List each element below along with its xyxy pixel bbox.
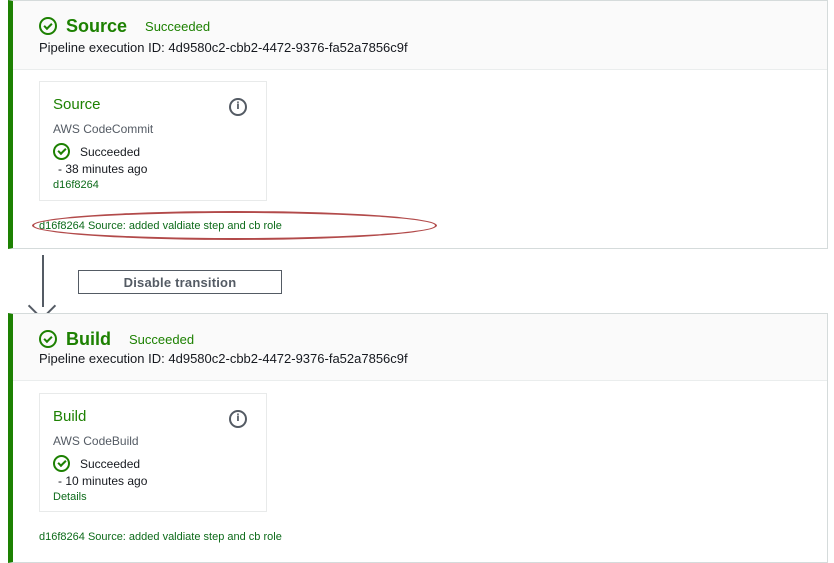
source-action-name: Source [53, 96, 101, 113]
source-action-card: Source i AWS CodeCommit Succeeded - 38 m… [39, 81, 267, 201]
source-commit-id[interactable]: d16f8264 [39, 220, 85, 232]
build-commit-id[interactable]: d16f8264 [39, 531, 85, 543]
info-icon[interactable]: i [229, 98, 247, 116]
execution-id-label: Pipeline execution ID: [39, 40, 165, 55]
source-action-time: - 38 minutes ago [58, 162, 148, 176]
build-action-time: - 10 minutes ago [58, 474, 148, 488]
source-execution-row: Pipeline execution ID: 4d9580c2-cbb2-447… [39, 40, 408, 55]
source-execution-id[interactable]: 4d9580c2-cbb2-4472-9376-fa52a7856c9f [168, 40, 407, 55]
build-stage: Build Succeeded Pipeline execution ID: 4… [8, 313, 828, 563]
build-action-status-row: Succeeded [53, 455, 140, 472]
check-circle-icon [39, 17, 57, 35]
info-icon[interactable]: i [229, 410, 247, 428]
build-action-card: Build i AWS CodeBuild Succeeded - 10 min… [39, 393, 267, 512]
source-action-provider[interactable]: AWS CodeCommit [53, 122, 153, 136]
check-circle-icon [39, 330, 57, 348]
build-action-status: Succeeded [80, 456, 141, 471]
check-circle-icon [53, 455, 70, 472]
source-action-link[interactable]: d16f8264 [53, 179, 99, 191]
build-stage-name: Build [66, 329, 111, 349]
build-stage-status: Succeeded [129, 331, 195, 347]
source-commit-message: Source: added valdiate step and cb role [87, 220, 282, 232]
build-action-name: Build [53, 408, 87, 425]
source-stage-title-row: Source Succeeded [39, 17, 210, 35]
source-action-status-row: Succeeded [53, 143, 140, 160]
build-action-provider[interactable]: AWS CodeBuild [53, 434, 139, 448]
build-commit-row: d16f8264 Source: added valdiate step and… [39, 531, 282, 543]
build-execution-id[interactable]: 4d9580c2-cbb2-4472-9376-fa52a7856c9f [168, 351, 407, 366]
arrow-down-icon [38, 255, 48, 311]
source-action-status: Succeeded [80, 144, 141, 159]
execution-id-label: Pipeline execution ID: [39, 351, 165, 366]
source-stage: Source Succeeded Pipeline execution ID: … [8, 0, 828, 249]
build-stage-title-row: Build Succeeded [39, 330, 194, 348]
build-execution-row: Pipeline execution ID: 4d9580c2-cbb2-447… [39, 351, 408, 366]
source-stage-name: Source [66, 16, 128, 36]
source-commit-row: d16f8264 Source: added valdiate step and… [39, 220, 282, 232]
build-commit-message: Source: added valdiate step and cb role [87, 531, 282, 543]
build-details-link[interactable]: Details [53, 491, 87, 503]
build-stage-header: Build Succeeded Pipeline execution ID: 4… [13, 314, 827, 381]
source-stage-header: Source Succeeded Pipeline execution ID: … [13, 1, 827, 70]
disable-transition-button[interactable]: Disable transition [78, 270, 282, 294]
check-circle-icon [53, 143, 70, 160]
source-stage-status: Succeeded [145, 18, 211, 34]
